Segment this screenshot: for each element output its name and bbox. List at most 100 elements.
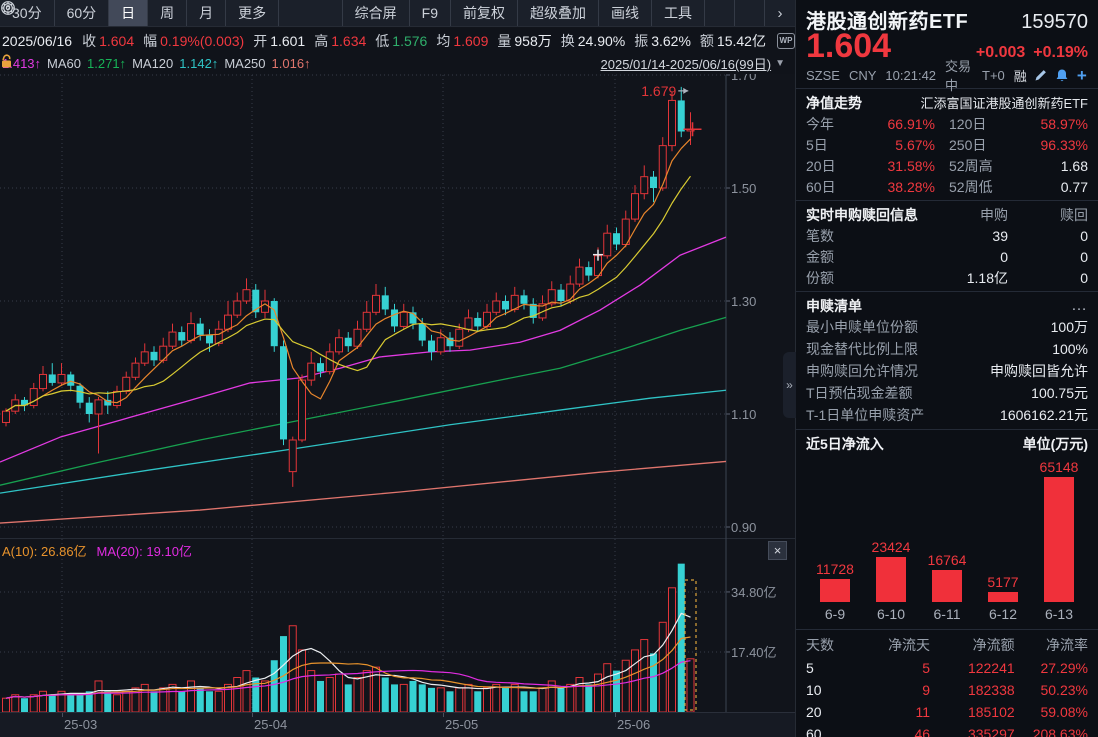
list-row: 申购赎回允许情况申购赎回皆允许 [806,360,1088,382]
x-axis-label: 25-05 [445,717,478,732]
exchange-label: SZSE [806,68,840,83]
wp-monitor-icon[interactable]: WP [777,33,795,49]
price-change: +0.003+0.19% [968,44,1088,62]
table-row: 20 11 185102 59.08% [806,701,1088,723]
ma250-label: MA250 [224,56,265,71]
tools-button[interactable]: 工具 [652,0,705,26]
quote-date: 2025/06/16 [2,33,72,49]
svg-text:1.10: 1.10 [731,407,756,422]
ma60-label: MA60 [47,56,81,71]
subscription-row: 笔数 39 0 [806,225,1088,246]
flow-bar [1044,477,1074,602]
margin-badge: 融 [1014,66,1027,85]
svg-text:1.679: 1.679 [641,83,676,99]
nav-stat-row: 20日31.58% 52周高1.68 [806,155,1088,176]
stat-volume: 量958万 [497,31,551,51]
ma120-value: 1.142↑ [179,56,218,71]
tab-monthly[interactable]: 月 [187,0,226,26]
x-axis-tick [443,713,444,717]
lock-icon[interactable] [0,53,13,69]
volume-ma20-label: MA(20): 19.10亿 [97,541,192,560]
tab-60min[interactable]: 60分 [55,0,110,26]
forward-adjust-button[interactable]: 前复权 [451,0,518,26]
fund-name: 汇添富国证港股通创新药ETF [920,93,1088,112]
flow-bar [820,579,850,602]
price-volume-chart[interactable]: 1.701.501.301.100.9034.80亿17.40亿1.679 [0,0,795,737]
stat-high: 高1.634 [314,31,366,51]
last-price: 1.604 [806,29,891,63]
market-meta-row: SZSE CNY 10:21:42 交易中 T+0 融 + [806,65,1088,85]
ma250-value: 1.016↑ [272,56,311,71]
svg-text:1.50: 1.50 [731,181,756,196]
date-range-text[interactable]: 2025/01/14-2025/06/16(99日) [601,54,772,73]
svg-text:0.90: 0.90 [731,520,756,535]
list-row: 现金替代比例上限100% [806,338,1088,360]
tab-more[interactable]: 更多 [226,0,279,26]
chart-toolbar: 30分 60分 日 周 月 更多 综合屏 F9 前复权 超级叠加 画线 工具 [0,0,795,27]
flow-section-header: 近5日净流入 单位(万元) [806,433,1088,454]
divider [796,200,1098,201]
f9-button[interactable]: F9 [410,0,451,26]
x-axis-strip: 25-0325-0425-0525-06 [0,712,795,737]
trading-status: 交易中 [945,56,973,94]
subscription-row: 份额 1.18亿 0 [806,267,1088,288]
chevron-right-icon[interactable]: › [765,0,795,26]
chart-section: 1.701.501.301.100.9034.80亿17.40亿1.679 30… [0,0,795,737]
x-axis-tick [615,713,616,717]
quote-info-bar: 2025/06/16 收1.604 幅0.19%(0.003) 开1.601 高… [0,28,795,53]
nav-stat-row: 60日38.28% 52周低0.77 [806,176,1088,197]
bell-icon[interactable] [1055,68,1069,83]
nav-stat-row: 今年66.91% 120日58.97% [806,113,1088,134]
panel-collapse-handle[interactable]: » [783,352,796,418]
flow-value: 65148 [1040,459,1079,475]
flow-bar [876,557,906,602]
divider [796,291,1098,292]
flow-bar-group: 5177 [976,574,1030,602]
composite-screen-button[interactable]: 综合屏 [342,0,410,26]
x-axis-label: 25-04 [254,717,287,732]
table-row: 10 9 182338 50.23% [806,679,1088,701]
subscription-header: 实时申购赎回信息 申购 赎回 [806,204,1088,225]
nav-stat-row: 5日5.67% 250日96.33% [806,134,1088,155]
flow-bar [932,570,962,602]
flow-bar-group: 11728 [808,561,862,602]
svg-text:?: ? [5,3,10,13]
divider [796,429,1098,430]
ma120-label: MA120 [132,56,173,71]
volume-ma10-label: A(10): 26.86亿 [2,541,87,560]
flow-value: 23424 [872,539,911,555]
chevron-down-icon[interactable]: ▼ [775,58,785,69]
x-axis-tick [62,713,63,717]
tab-daily[interactable]: 日 [109,0,148,26]
quote-time: 10:21:42 [885,68,936,83]
currency-label: CNY [849,68,876,83]
add-icon[interactable]: + [1076,68,1088,83]
period-tabs: 30分 60分 日 周 月 更多 [0,0,279,26]
table-row: 60 46 335297 208.63% [806,723,1088,737]
stat-low: 低1.576 [375,31,427,51]
stat-amount: 额15.42亿 [700,31,766,51]
date-range-control[interactable]: 2025/01/14-2025/06/16(99日) ▼ [601,54,791,73]
divider [796,629,1098,630]
stat-close: 收1.604 [82,31,134,51]
flow-value: 11728 [816,561,854,577]
x-axis-tick [252,713,253,717]
table-header: 天数 净流天 净流额 净流率 [806,633,1088,657]
table-row: 5 5 122241 27.29% [806,657,1088,679]
net-inflow-bar-chart: 11728 23424 16764 5177 65148 [806,454,1088,602]
help-icon[interactable]: ? [735,0,765,26]
gear-icon[interactable] [705,0,735,26]
flow-value: 16764 [928,552,967,568]
close-icon[interactable]: × [768,541,787,560]
nav-section-header: 净值走势 汇添富国证港股通创新药ETF [806,92,1088,113]
draw-line-button[interactable]: 画线 [599,0,652,26]
super-overlay-button[interactable]: 超级叠加 [518,0,599,26]
more-button[interactable]: … [1071,297,1088,315]
pencil-icon[interactable] [1034,68,1048,83]
x-axis-label: 25-06 [617,717,650,732]
flow-unit: 单位(万元) [1023,434,1088,454]
flow-bar [988,592,1018,602]
tab-weekly[interactable]: 周 [148,0,187,26]
flow-bar-group: 23424 [864,539,918,602]
flow-value: 5177 [987,574,1018,590]
